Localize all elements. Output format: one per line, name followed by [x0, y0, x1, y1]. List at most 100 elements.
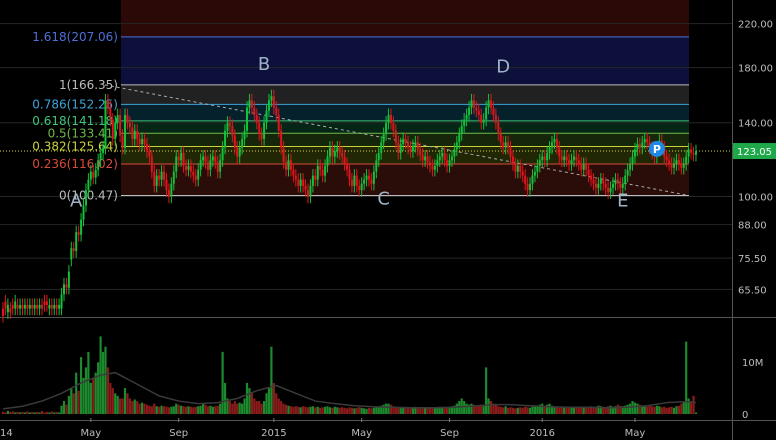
- candle-body: [468, 107, 471, 116]
- volume-bar: [70, 388, 73, 414]
- candle-body: [148, 151, 151, 157]
- candle-body: [326, 156, 329, 166]
- wave-label: C: [377, 188, 390, 209]
- candle-body: [287, 160, 290, 170]
- volume-bar: [521, 407, 524, 414]
- volume-bar: [431, 408, 434, 414]
- candle-body: [145, 144, 148, 152]
- candle-body: [165, 179, 168, 191]
- candle-body: [348, 169, 351, 180]
- volume-bar: [89, 382, 92, 414]
- volume-bar: [626, 404, 629, 414]
- volume-bar: [655, 405, 659, 414]
- volume-bar: [558, 407, 561, 414]
- volume-bar: [121, 398, 124, 414]
- candle-body: [2, 308, 4, 316]
- volume-bar: [682, 401, 685, 414]
- candle-body: [55, 304, 58, 309]
- candle-body: [289, 160, 292, 170]
- time-axis-tick: May: [625, 428, 646, 439]
- candle-body: [692, 152, 695, 155]
- volume-bar: [670, 406, 673, 414]
- volume-bar: [94, 372, 97, 414]
- volume-bar: [660, 407, 663, 414]
- volume-bar: [31, 411, 34, 414]
- candle-body: [192, 171, 195, 176]
- volume-bar: [33, 412, 36, 414]
- volume-bar: [92, 377, 95, 414]
- candle-body: [206, 162, 209, 170]
- volume-bar: [101, 351, 105, 414]
- price-axis-tick: 88.00: [738, 221, 767, 232]
- volume-bar: [77, 390, 80, 414]
- candle-body: [670, 163, 673, 168]
- volume-bar: [365, 408, 368, 414]
- volume-bar: [397, 407, 400, 414]
- volume-bar: [580, 407, 583, 414]
- candle-body: [63, 284, 65, 295]
- candle-body: [509, 147, 512, 157]
- candle-body: [80, 219, 83, 235]
- candle-body: [604, 183, 607, 188]
- candle-body: [21, 304, 24, 309]
- candle-body: [382, 133, 385, 143]
- volume-bar: [646, 406, 649, 414]
- volume-bar: [79, 357, 83, 414]
- volume-bar: [331, 407, 334, 414]
- volume-bar: [687, 398, 690, 414]
- volume-bar: [524, 406, 527, 414]
- candle-body: [429, 162, 431, 166]
- candle-body: [565, 156, 568, 161]
- candle-body: [297, 179, 300, 186]
- candle-body: [302, 179, 305, 186]
- volume-bar: [277, 398, 280, 414]
- time-axis-tick: 2015: [261, 428, 286, 439]
- volume-bar: [182, 406, 185, 414]
- candle-body: [141, 138, 144, 145]
- volume-bar: [153, 403, 156, 414]
- candle-body: [121, 135, 124, 148]
- candle-body: [492, 107, 495, 116]
- volume-bar: [114, 393, 117, 414]
- candle-body: [4, 301, 7, 309]
- candle-body: [673, 163, 675, 168]
- candle-body: [138, 138, 141, 145]
- volume-bar: [28, 412, 31, 414]
- price-axis-tick: 220.00: [738, 20, 773, 31]
- volume-bar: [260, 403, 263, 414]
- candle-body: [399, 144, 402, 153]
- volume-bar: [314, 407, 317, 414]
- candle-body: [50, 304, 53, 309]
- volume-bar: [477, 406, 480, 414]
- volume-bar: [480, 405, 483, 414]
- volume-bar: [138, 403, 141, 414]
- volume-bar: [255, 401, 258, 414]
- candle-body: [511, 156, 514, 164]
- candle-body: [128, 122, 131, 128]
- volume-bar: [172, 406, 175, 414]
- candle-body: [9, 308, 12, 313]
- candle-body: [202, 156, 205, 161]
- candle-body: [236, 147, 239, 157]
- candle-body: [41, 304, 44, 309]
- candle-body: [551, 142, 553, 148]
- candle-body: [124, 115, 126, 148]
- volume-bar: [58, 412, 61, 414]
- volume-bar: [55, 411, 58, 414]
- candle-body: [685, 156, 688, 164]
- volume-bar: [145, 404, 149, 414]
- volume-bar: [104, 346, 107, 414]
- candle-body: [16, 304, 19, 309]
- candle-body: [694, 151, 697, 155]
- candle-body: [353, 175, 356, 186]
- candle-body: [436, 160, 439, 166]
- volume-bar: [216, 405, 219, 414]
- candle-body: [282, 147, 285, 163]
- volume-bar: [23, 412, 27, 414]
- candle-body: [77, 232, 80, 235]
- volume-bar: [358, 407, 361, 414]
- candle-body: [433, 165, 436, 170]
- volume-bar: [694, 412, 698, 414]
- volume-bar: [648, 405, 651, 414]
- volume-bar: [672, 407, 676, 414]
